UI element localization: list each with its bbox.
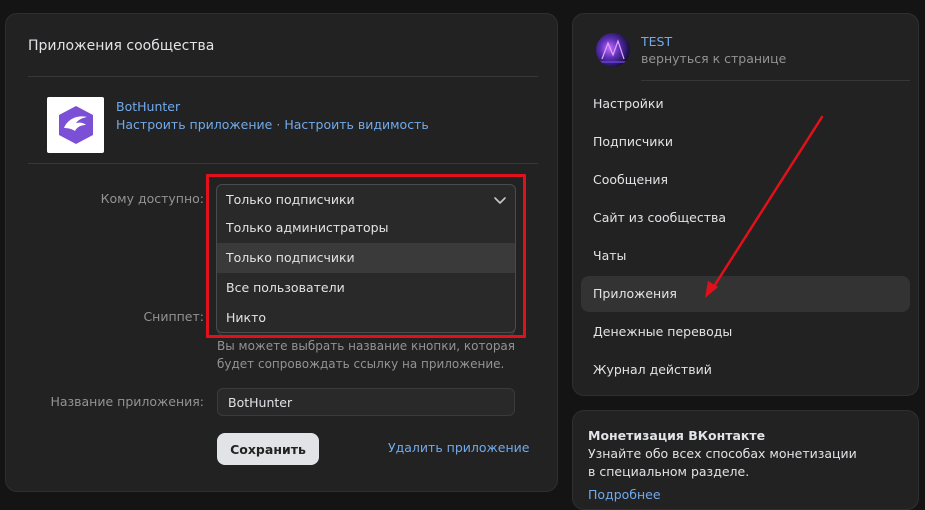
app-logo[interactable] bbox=[47, 97, 104, 153]
access-options-list: Только администраторы Только подписчики … bbox=[216, 213, 516, 333]
link-separator: · bbox=[276, 117, 281, 132]
eagle-icon bbox=[58, 106, 93, 144]
access-label: Кому доступно: bbox=[100, 191, 204, 206]
app-name-link[interactable]: BotHunter bbox=[116, 99, 180, 114]
nav-item-community-site[interactable]: Сайт из сообщества bbox=[581, 200, 910, 236]
access-option-subscribers[interactable]: Только подписчики bbox=[217, 243, 515, 273]
snippet-hint: Вы можете выбрать название кнопки, котор… bbox=[217, 339, 516, 371]
access-select-value: Только подписчики bbox=[226, 192, 355, 207]
app-name-input[interactable]: BotHunter bbox=[217, 388, 515, 416]
monetization-more-link[interactable]: Подробнее bbox=[588, 487, 661, 502]
page-title: Приложения сообщества bbox=[28, 38, 215, 54]
access-option-admins[interactable]: Только администраторы bbox=[217, 213, 515, 243]
configure-visibility-link[interactable]: Настроить видимость bbox=[284, 117, 428, 132]
nav-item-subscribers[interactable]: Подписчики bbox=[581, 124, 910, 160]
snippet-label: Сниппет: bbox=[143, 309, 204, 324]
divider bbox=[28, 76, 538, 77]
monetization-card: Монетизация ВКонтакте Узнайте обо всех с… bbox=[572, 410, 919, 510]
community-name-link[interactable]: TEST bbox=[641, 34, 672, 49]
monetization-title: Монетизация ВКонтакте bbox=[588, 428, 766, 443]
app-links: Настроить приложение · Настроить видимос… bbox=[116, 117, 429, 132]
delete-app-link[interactable]: Удалить приложение bbox=[388, 440, 529, 455]
save-button[interactable]: Сохранить bbox=[217, 433, 319, 465]
configure-app-link[interactable]: Настроить приложение bbox=[116, 117, 272, 132]
nav-item-money-transfers[interactable]: Денежные переводы bbox=[581, 314, 910, 350]
app-name-label: Название приложения: bbox=[50, 394, 204, 409]
divider bbox=[28, 163, 538, 164]
avatar[interactable] bbox=[596, 33, 630, 67]
chevron-down-icon bbox=[494, 197, 506, 204]
settings-nav-card: TEST вернуться к странице Настройки Подп… bbox=[572, 13, 919, 396]
access-select[interactable]: Только подписчики bbox=[216, 184, 516, 214]
nav-item-action-log[interactable]: Журнал действий bbox=[581, 352, 910, 388]
nav-item-messages[interactable]: Сообщения bbox=[581, 162, 910, 198]
nav-item-chats[interactable]: Чаты bbox=[581, 238, 910, 274]
monetization-text: Узнайте обо всех способах монетизации в … bbox=[588, 446, 857, 479]
divider bbox=[641, 80, 910, 81]
access-option-all-users[interactable]: Все пользователи bbox=[217, 273, 515, 303]
avatar-image bbox=[600, 39, 626, 63]
back-to-page-link[interactable]: вернуться к странице bbox=[641, 51, 786, 66]
nav-item-settings[interactable]: Настройки bbox=[581, 86, 910, 122]
access-option-nobody[interactable]: Никто bbox=[217, 303, 515, 333]
nav-item-apps[interactable]: Приложения bbox=[581, 276, 910, 312]
